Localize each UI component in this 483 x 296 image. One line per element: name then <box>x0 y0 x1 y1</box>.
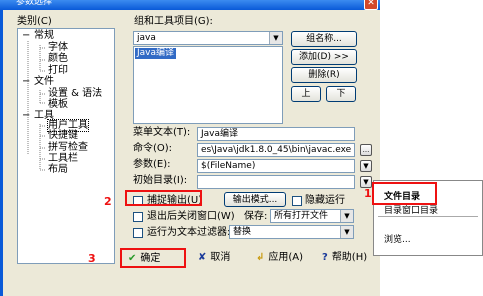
title-bar: 参数选择 ✕ <box>0 0 380 10</box>
preferences-dialog: 参数选择 ✕ 类别(C) − 常规 字体 颜色 打印 − 文件 设置 & 语法 … <box>0 0 380 296</box>
output-mode-button[interactable]: 输出模式... <box>224 192 286 207</box>
chevron-down-icon[interactable]: ▼ <box>340 226 353 238</box>
cancel-button[interactable]: ✘ 取消 <box>198 249 252 269</box>
chevron-down-icon[interactable]: ▼ <box>340 210 353 222</box>
tree-item-spell-check[interactable]: 拼写检查 <box>48 142 88 153</box>
tree-expander-general[interactable]: − <box>22 30 30 41</box>
close-button[interactable]: ✕ <box>364 0 378 10</box>
tree-item-print[interactable]: 打印 <box>48 65 68 76</box>
ok-button[interactable]: ✔ 确定 <box>120 248 186 268</box>
tree-item-shortcuts[interactable]: 快捷键 <box>48 130 78 141</box>
close-window-label: 退出后关闭窗口(W) <box>147 211 235 222</box>
help-icon: ? <box>322 252 328 263</box>
group-name-button[interactable]: 组名称... <box>291 31 357 47</box>
menu-item-browse[interactable]: 浏览... <box>384 234 411 246</box>
save-select-value: 所有打开文件 <box>274 211 329 221</box>
annotation-number-2: 2 <box>104 195 112 208</box>
tree-expander-file[interactable]: − <box>22 76 30 87</box>
tree-expander-tools[interactable]: − <box>22 110 30 121</box>
menu-text-field[interactable]: Java编译 <box>197 127 355 141</box>
command-field[interactable]: es\Java\jdk1.8.0_45\bin\javac.exe <box>197 143 355 157</box>
annotation-box-file-directory <box>372 182 437 205</box>
category-label: 类别(C) <box>17 16 52 27</box>
command-browse-button[interactable]: ... <box>360 144 372 156</box>
annotation-number-3: 3 <box>88 252 96 265</box>
close-window-checkbox[interactable] <box>133 212 143 222</box>
params-field[interactable]: $(FileName) <box>197 159 355 173</box>
tree-item-file[interactable]: 文件 <box>34 76 54 87</box>
tree-item-layout[interactable]: 布局 <box>48 164 68 175</box>
delete-button[interactable]: 删除(R) <box>291 67 357 83</box>
hide-run-checkbox[interactable] <box>292 196 302 206</box>
cross-icon: ✘ <box>198 252 207 263</box>
params-dropdown-button[interactable]: ▼ <box>360 160 372 172</box>
apply-button-label: 应用(A) <box>268 252 304 263</box>
move-down-button[interactable]: 下 <box>326 86 356 102</box>
tool-items-list[interactable]: Java编译 <box>133 46 283 124</box>
filter-select-value: 替换 <box>233 227 252 237</box>
checkmark-icon: ✔ <box>128 253 137 264</box>
ok-button-label: 确定 <box>140 253 161 264</box>
apply-button[interactable]: ↲ 应用(A) <box>256 249 314 269</box>
menu-separator <box>378 216 478 217</box>
initial-dir-label: 初始目录(I): <box>133 175 188 186</box>
list-item[interactable]: Java编译 <box>135 48 177 59</box>
apply-arrow-icon: ↲ <box>256 252 265 263</box>
command-label: 命令(O): <box>133 143 173 154</box>
tree-item-font[interactable]: 字体 <box>48 42 68 53</box>
tree-item-color[interactable]: 颜色 <box>48 53 68 64</box>
group-select-value: java <box>137 33 156 43</box>
tree-item-general[interactable]: 常规 <box>34 30 54 41</box>
tree-item-templates[interactable]: 模板 <box>48 99 68 110</box>
window-frame-left <box>0 10 3 296</box>
save-label: 保存: <box>244 211 268 222</box>
params-label: 参数(E): <box>133 159 171 170</box>
annotation-box-capture-output <box>125 190 202 206</box>
move-up-button[interactable]: 上 <box>291 86 321 102</box>
add-button[interactable]: 添加(D) >> <box>291 49 357 65</box>
menu-text-label: 菜单文本(T): <box>133 127 191 138</box>
run-as-filter-label: 运行为文本过滤器: <box>147 227 231 238</box>
category-tree[interactable]: − 常规 字体 颜色 打印 − 文件 设置 & 语法 模板 − 工具 用户工具 … <box>17 28 115 264</box>
run-as-filter-checkbox[interactable] <box>133 228 143 238</box>
cancel-button-label: 取消 <box>210 252 231 263</box>
window-title: 参数选择 <box>16 0 53 7</box>
save-select[interactable]: 所有打开文件 ▼ <box>270 209 354 223</box>
help-button[interactable]: ? 帮助(H) <box>322 249 376 269</box>
tree-item-toolbar[interactable]: 工具栏 <box>48 153 78 164</box>
hide-run-label: 隐藏运行 <box>305 195 345 206</box>
chevron-down-icon[interactable]: ▼ <box>269 32 282 44</box>
annotation-number-1: 1 <box>364 187 372 200</box>
tree-item-syntax-settings[interactable]: 设置 & 语法 <box>48 88 102 99</box>
initial-dir-field[interactable] <box>197 175 355 189</box>
group-select[interactable]: java ▼ <box>133 31 283 45</box>
filter-select[interactable]: 替换 ▼ <box>229 225 354 239</box>
group-tools-label: 组和工具项目(G): <box>134 16 213 27</box>
help-button-label: 帮助(H) <box>331 252 368 263</box>
